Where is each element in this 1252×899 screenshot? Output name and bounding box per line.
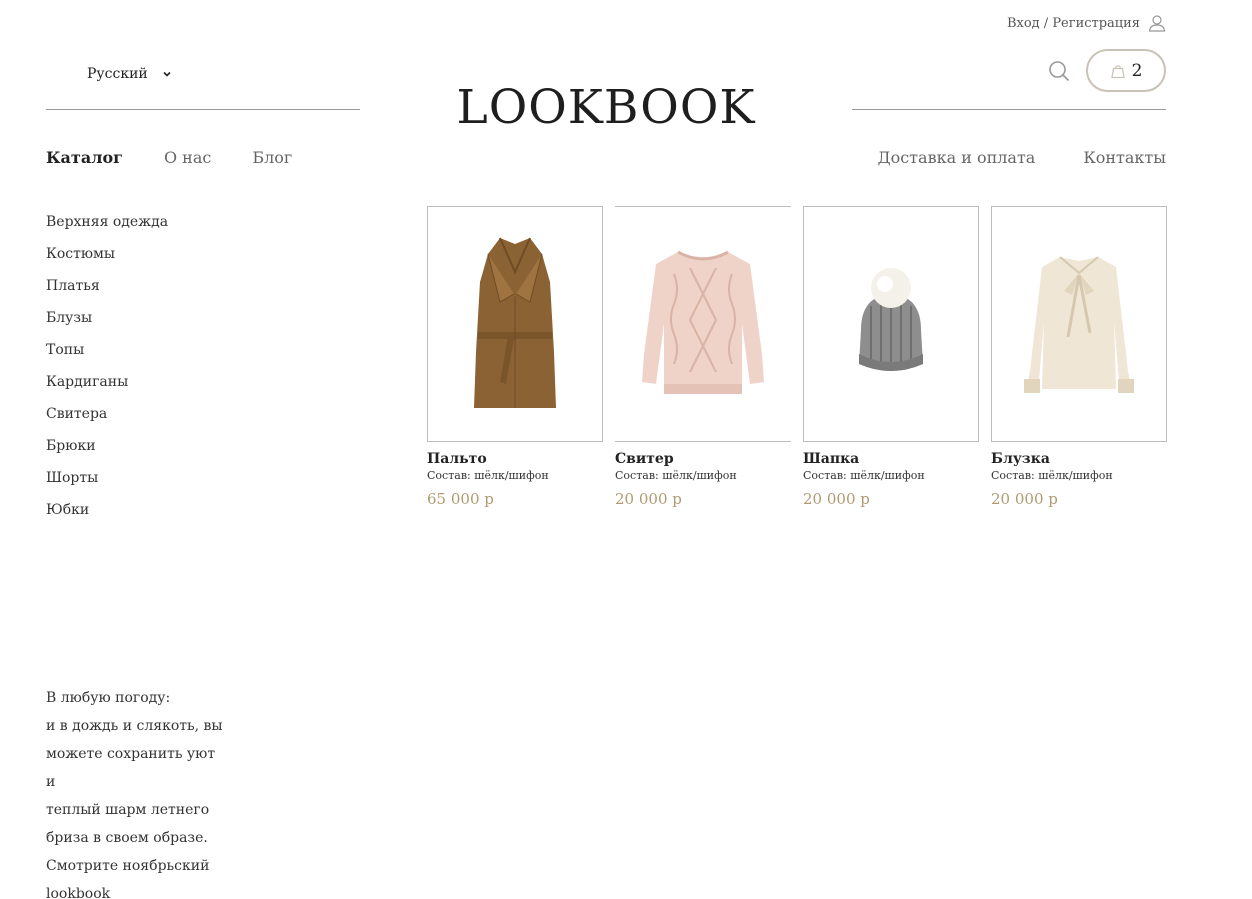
product-grid: Пальто Состав: шёлк/шифон 65 000 р Свите…: [427, 206, 1167, 508]
category-suits[interactable]: Костюмы: [46, 244, 168, 276]
bag-icon: [1110, 64, 1125, 78]
promo-line: можете сохранить уют и: [46, 746, 216, 790]
login-label: Вход / Регистрация: [1006, 15, 1140, 31]
product-description: Состав: шёлк/шифон: [615, 469, 737, 482]
header-divider-left: [46, 109, 360, 110]
category-tops[interactable]: Топы: [46, 340, 168, 372]
user-icon: [1148, 15, 1166, 32]
coat-image: [474, 237, 556, 408]
nav-catalog[interactable]: Каталог: [46, 148, 123, 167]
cart-count: 2: [1131, 60, 1143, 81]
category-list: Верхняя одежда Костюмы Платья Блузы Топы…: [46, 212, 168, 532]
nav-contacts[interactable]: Контакты: [1083, 148, 1166, 167]
promo-line: В любую погоду:: [46, 690, 171, 706]
product-name[interactable]: Шапка: [803, 451, 979, 467]
product-price: 20 000 р: [803, 490, 870, 508]
sweater-image: [642, 250, 764, 394]
category-shorts[interactable]: Шорты: [46, 468, 168, 500]
promo-line: Смотрите ноябрьский: [46, 858, 210, 874]
hat-image: [859, 268, 923, 371]
product-image[interactable]: [615, 206, 791, 442]
search-icon[interactable]: [1048, 60, 1070, 82]
secondary-nav: Доставка и оплата Контакты: [878, 148, 1166, 167]
product-price: 20 000 р: [615, 490, 682, 508]
category-dresses[interactable]: Платья: [46, 276, 168, 308]
product-name[interactable]: Пальто: [427, 451, 603, 467]
promo-line: и в дождь и слякоть, вы: [46, 718, 223, 734]
language-label: Русский: [87, 66, 148, 82]
product-name[interactable]: Свитер: [615, 451, 791, 467]
category-trousers[interactable]: Брюки: [46, 436, 168, 468]
promo-line: теплый шарм летнего: [46, 802, 210, 818]
category-sweaters[interactable]: Свитера: [46, 404, 168, 436]
product-name[interactable]: Блузка: [991, 451, 1167, 467]
product-card[interactable]: Блузка Состав: шёлк/шифон 20 000 р: [991, 206, 1167, 508]
nav-delivery[interactable]: Доставка и оплата: [878, 148, 1036, 167]
category-outerwear[interactable]: Верхняя одежда: [46, 212, 168, 244]
blouse-image: [1024, 256, 1134, 393]
site-logo[interactable]: LOOKBOOK: [406, 80, 806, 136]
product-card[interactable]: Свитер Состав: шёлк/шифон 20 000 р: [615, 206, 791, 508]
main-nav: Каталог О нас Блог: [46, 148, 333, 167]
chevron-down-icon: [163, 71, 171, 77]
product-image[interactable]: [803, 206, 979, 442]
cart-button[interactable]: 2: [1086, 49, 1166, 92]
language-select[interactable]: Русский: [87, 66, 172, 82]
category-skirts[interactable]: Юбки: [46, 500, 168, 532]
category-blouses[interactable]: Блузы: [46, 308, 168, 340]
product-description: Состав: шёлк/шифон: [991, 469, 1113, 482]
nav-blog[interactable]: Блог: [252, 148, 292, 167]
login-register-link[interactable]: Вход / Регистрация: [1007, 14, 1166, 32]
product-card[interactable]: Шапка Состав: шёлк/шифон 20 000 р: [803, 206, 979, 508]
product-price: 20 000 р: [991, 490, 1058, 508]
promo-link[interactable]: lookbook: [46, 880, 226, 899]
promo-text: В любую погоду: и в дождь и слякоть, вы …: [46, 684, 226, 899]
product-image[interactable]: [427, 206, 603, 442]
promo-line: бриза в своем образе.: [46, 830, 208, 846]
product-price: 65 000 р: [427, 490, 494, 508]
category-cardigans[interactable]: Кардиганы: [46, 372, 168, 404]
product-description: Состав: шёлк/шифон: [427, 469, 549, 482]
nav-about[interactable]: О нас: [164, 148, 211, 167]
product-card[interactable]: Пальто Состав: шёлк/шифон 65 000 р: [427, 206, 603, 508]
header-divider-right: [852, 109, 1166, 110]
product-description: Состав: шёлк/шифон: [803, 469, 925, 482]
product-image[interactable]: [991, 206, 1167, 442]
